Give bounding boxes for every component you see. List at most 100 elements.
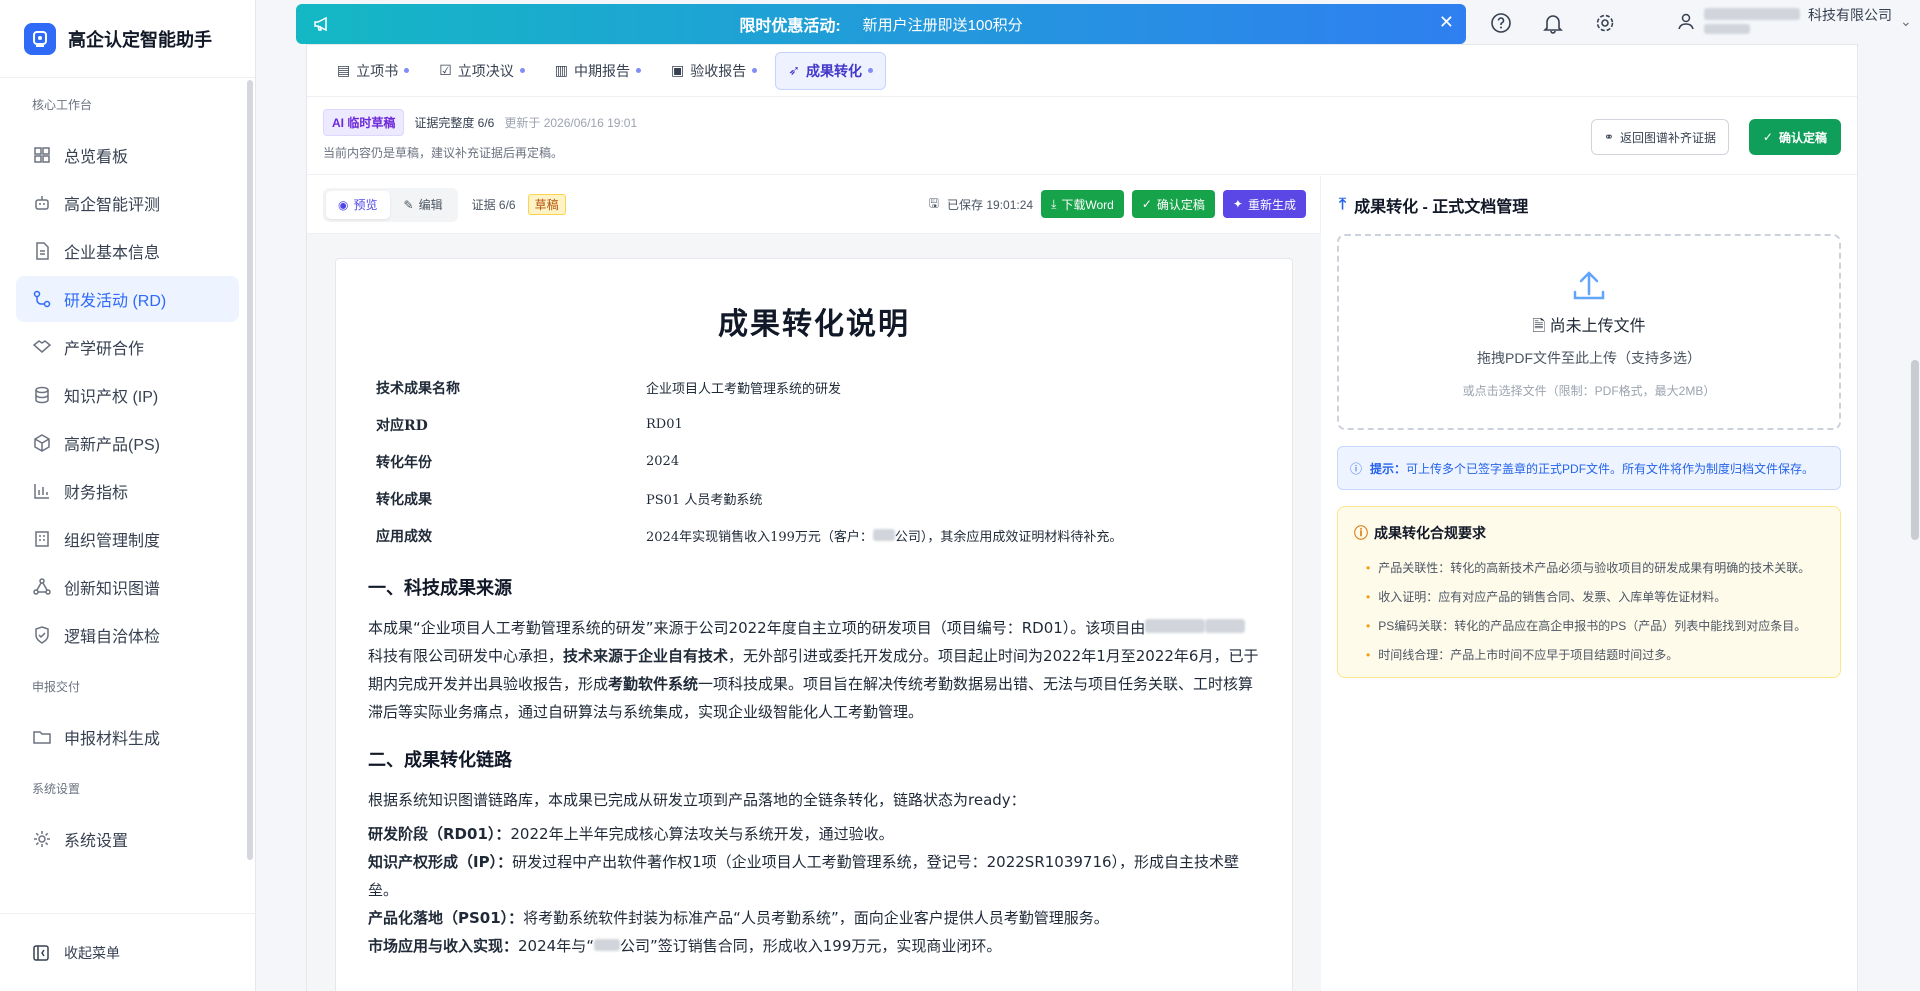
status-dot [404, 68, 410, 73]
emphasis-text: 技术来源于企业自有技术 [563, 647, 729, 665]
tab-achievement-transfer[interactable]: ➶ 成果转化 [775, 51, 886, 90]
upload-subhint: 或点击选择文件（限制：PDF格式，最大2MB） [1462, 383, 1716, 398]
sidebar-item-label: 企业基本信息 [64, 245, 161, 262]
sidebar-item-evaluation[interactable]: 高企智能评测 [16, 180, 239, 226]
gear-icon [34, 831, 50, 847]
sidebar-item-dashboard[interactable]: 总览看板 [16, 132, 239, 178]
redacted-company-name [1704, 8, 1800, 34]
chain-text: 2024年与“ [518, 937, 594, 955]
toolbar-actions: 🖫 已保存 19:01:24 ⤓ 下载Word ✓ 确认定稿 ✦ 重新生成 [929, 190, 1306, 218]
confirm-button[interactable]: ✓ 确认定稿 [1131, 190, 1215, 218]
tab-midterm-report[interactable]: ▥ 中期报告 [543, 52, 653, 90]
editor-pane: ◉ 预览 ✎ 编辑 证据 6/6 草稿 🖫 已保存 19:01:24 ⤓ 下载Word… [307, 176, 1321, 991]
table-row: 转化年份 2024 [376, 443, 1268, 480]
regenerate-button[interactable]: ✦ 重新生成 [1222, 190, 1306, 218]
redacted-company [1205, 619, 1246, 633]
help-icon[interactable] [1490, 12, 1514, 36]
bell-icon[interactable] [1542, 12, 1566, 36]
page-scrollbar[interactable] [1911, 360, 1919, 540]
chevron-down-icon: ⌄ [1900, 12, 1912, 29]
graph-icon [33, 578, 51, 595]
tab-label: 立项决议 [457, 62, 514, 79]
info-tip: ⓘ 提示：可上传多个已签字盖章的正式PDF文件。所有文件将作为制度归档文件保存。 [1337, 446, 1841, 490]
tab-project-resolution[interactable]: ☑ 立项决议 [427, 52, 537, 90]
table-row: 转化成果 PS01 人员考勤系统 [376, 480, 1268, 517]
clipboard-icon: ▣ [671, 62, 685, 78]
collapse-menu-button[interactable]: 收起菜单 [0, 913, 256, 991]
edit-button[interactable]: ✎ 编辑 [392, 191, 455, 219]
sidebar-item-label: 高企智能评测 [64, 197, 161, 214]
field-label: 技术成果名称 [376, 380, 460, 397]
graph-icon: ⚭ [1603, 130, 1614, 144]
editor-toolbar: ◉ 预览 ✎ 编辑 证据 6/6 草稿 🖫 已保存 19:01:24 ⤓ 下载Word… [307, 176, 1320, 234]
list-item: 市场应用与收入实现：2024年与“ 公司”签订销售合同，形成收入199万元，实现商… [368, 932, 1260, 960]
summary-table: 技术成果名称 企业项目人工考勤管理系统的研发 对应RD RD01 转化年份 2024 … [376, 369, 1268, 554]
robot-icon [35, 196, 49, 210]
sidebar-item-rd[interactable]: 研发活动 (RD) [16, 276, 239, 322]
view-mode-toggle: ◉ 预览 ✎ 编辑 [323, 187, 458, 222]
sidebar-item-materials[interactable]: 申报材料生成 [16, 714, 239, 760]
sidebar-item-ps[interactable]: 高新产品(PS) [16, 420, 239, 466]
file-dropzone[interactable]: 🗎 尚未上传文件 拖拽PDF文件至此上传（支持多选） 或点击选择文件（限制：PD… [1337, 234, 1841, 430]
promo-text: 新用户注册即送100积分 [862, 16, 1023, 34]
download-word-button[interactable]: ⤓ 下载Word [1041, 190, 1124, 218]
chain-step: 产品化落地（PS01）： [368, 909, 524, 927]
brand[interactable]: 高企认定智能助手 [0, 0, 255, 78]
list-item: 收入证明：应有对应产品的销售合同、发票、入库单等佐证材料。 [1354, 582, 1824, 611]
section-title: 一、科技成果来源 [368, 578, 512, 599]
sidebar-item-label: 申报材料生成 [64, 731, 161, 748]
field-value: 2024年实现销售收入199万元（客户： 公司），其余应用成效证明材料待补充。 [646, 517, 1268, 554]
upload-state-text: 尚未上传文件 [1549, 317, 1646, 335]
tab-acceptance-report[interactable]: ▣ 验收报告 [659, 52, 769, 90]
sidebar-item-finance[interactable]: 财务指标 [16, 468, 239, 514]
section-paragraph: 根据系统知识图谱链路库，本成果已完成从研发立项到产品落地的全链条转化，链路状态为… [368, 791, 1026, 809]
gear-icon[interactable] [1594, 12, 1618, 36]
button-label: 确认定稿 [1156, 197, 1205, 212]
chain-text: 将考勤系统软件封装为标准产品“人员考勤系统”，面向企业客户提供人员考勤管理服务。 [523, 909, 1109, 927]
upload-icon [1573, 270, 1605, 299]
evidence-completeness: 证据完整度 6/6 [414, 116, 495, 130]
paragraph-text: 科技有限公司研发中心承担， [368, 647, 564, 665]
bar-chart-icon: ▥ [554, 62, 569, 78]
tab-label: 成果转化 [806, 62, 862, 79]
dashboard-icon [34, 147, 50, 163]
promo-banner: 限时优惠活动: 新用户注册即送100积分 ✕ [296, 4, 1466, 44]
tab-project-proposal[interactable]: ▤ 立项书 [325, 52, 421, 90]
database-icon [35, 386, 49, 404]
confirm-finalize-button[interactable]: ✓ 确认定稿 [1748, 119, 1841, 155]
redacted-customer [872, 529, 895, 541]
field-label: 应用成效 [376, 528, 432, 545]
sidebar-item-company-info[interactable]: 企业基本信息 [16, 228, 239, 274]
list-item: PS编码关联：转化的产品应在高企申报书的PS（产品）列表中能找到对应条目。 [1354, 611, 1824, 640]
nav-section-title: 核心工作台 [32, 97, 93, 112]
sparkle-icon: ✦ [1232, 197, 1243, 211]
table-row: 应用成效 2024年实现销售收入199万元（客户： 公司），其余应用成效证明材料待补… [376, 517, 1268, 554]
saved-status: 已保存 19:01:24 [947, 197, 1034, 212]
close-icon[interactable]: ✕ [1439, 12, 1454, 33]
sidebar-item-cooperation[interactable]: 产学研合作 [16, 324, 239, 370]
check-circle-icon: ✓ [1141, 197, 1152, 211]
document-preview-area[interactable]: 成果转化说明 技术成果名称 企业项目人工考勤管理系统的研发 对应RD RD01 转化… [307, 234, 1321, 991]
button-label: 下载Word [1061, 197, 1114, 212]
save-icon: 🖫 [928, 195, 940, 210]
sidebar-item-label: 系统设置 [64, 833, 129, 850]
back-to-graph-button[interactable]: ⚭ 返回图谱补齐证据 [1590, 119, 1729, 155]
chain-text: 2022年上半年完成核心算法攻关与系统开发，通过验收。 [510, 825, 894, 843]
folder-icon [33, 731, 51, 744]
sidebar-scrollbar[interactable] [247, 80, 253, 860]
sidebar-item-graph[interactable]: 创新知识图谱 [16, 564, 239, 610]
status-dot [636, 68, 642, 73]
field-label: 转化成果 [376, 491, 432, 508]
button-label: 确认定稿 [1778, 130, 1827, 145]
user-menu[interactable]: 科技有限公司 ⌄ [1676, 7, 1912, 34]
sidebar-item-settings[interactable]: 系统设置 [16, 816, 239, 862]
chain-step: 知识产权形成（IP）： [368, 853, 513, 871]
sidebar-item-label: 逻辑自洽体检 [64, 629, 161, 646]
sidebar-item-org[interactable]: 组织管理制度 [16, 516, 239, 562]
sidebar-item-ip[interactable]: 知识产权 (IP) [16, 372, 239, 418]
redacted-customer [593, 939, 620, 951]
sidebar-item-consistency[interactable]: 逻辑自洽体检 [16, 612, 239, 658]
list-item: 产品化落地（PS01）：将考勤系统软件封装为标准产品“人员考勤系统”，面向企业客… [368, 904, 1260, 932]
draft-badge: 草稿 [527, 194, 566, 215]
preview-button[interactable]: ◉ 预览 [326, 190, 390, 219]
